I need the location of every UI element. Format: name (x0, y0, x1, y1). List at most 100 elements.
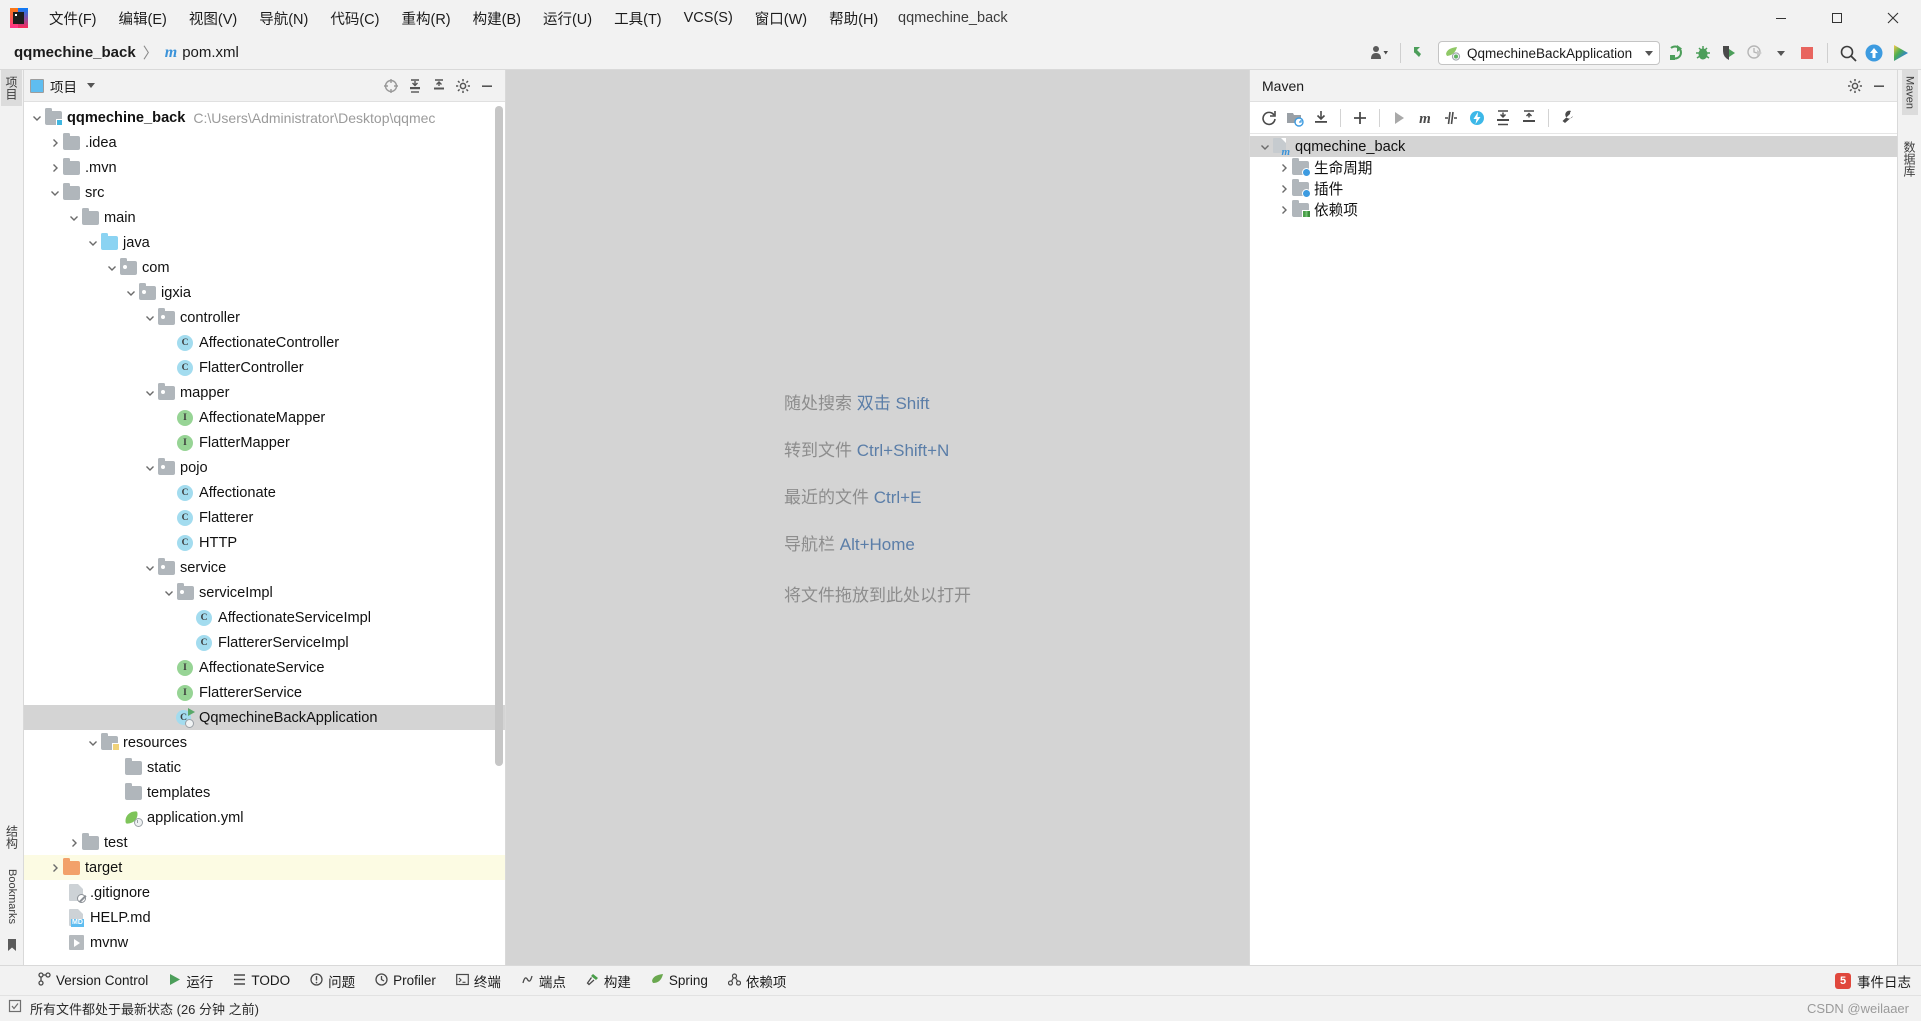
user-account-icon[interactable] (1367, 40, 1393, 66)
check-updates-arrow-icon[interactable] (1408, 40, 1434, 66)
tree-node-application-yml[interactable]: application.yml (24, 805, 505, 830)
rail-tab-maven[interactable]: Maven (1901, 70, 1918, 116)
chevron-down-icon[interactable] (143, 305, 157, 330)
tree-node-FlatterMapper[interactable]: I FlatterMapper (24, 430, 505, 455)
expand-all-icon[interactable] (1490, 105, 1516, 131)
plus-icon[interactable] (1347, 105, 1373, 131)
hide-panel-icon[interactable] (475, 74, 499, 98)
update-project-button[interactable] (1861, 40, 1887, 66)
breadcrumb-project[interactable]: qqmechine_back (14, 44, 136, 61)
tree-node-QqmechineBackApplication[interactable]: C QqmechineBackApplication (24, 705, 505, 730)
maven-m-icon[interactable]: m (1412, 105, 1438, 131)
editor-area[interactable]: 随处搜索 双击 Shift 转到文件 Ctrl+Shift+N 最近的文件 Ct… (506, 70, 1249, 965)
maven-node-lifecycle[interactable]: 生命周期 (1250, 157, 1897, 178)
tree-node-pojo[interactable]: pojo (24, 455, 505, 480)
collapse-all-icon[interactable] (1516, 105, 1542, 131)
play-icon[interactable] (1386, 105, 1412, 131)
tree-node-HTTP[interactable]: C HTTP (24, 530, 505, 555)
chevron-right-icon[interactable] (48, 130, 62, 155)
tree-node-Affectionate[interactable]: C Affectionate (24, 480, 505, 505)
menu-file[interactable]: 文件(F) (38, 4, 108, 33)
wrench-icon[interactable] (1555, 105, 1581, 131)
chevron-right-icon[interactable] (1277, 197, 1291, 222)
maven-node-plugins[interactable]: 插件 (1250, 178, 1897, 199)
maven-tree[interactable]: m qqmechine_back 生命周期 插件 依赖项 (1250, 134, 1897, 965)
chevron-down-icon[interactable] (1258, 134, 1272, 159)
debug-button[interactable] (1690, 40, 1716, 66)
menu-vcs[interactable]: VCS(S) (673, 6, 744, 30)
tree-node-java[interactable]: java (24, 230, 505, 255)
refresh-icon[interactable] (1256, 105, 1282, 131)
tree-node-AffectionateMapper[interactable]: I AffectionateMapper (24, 405, 505, 430)
tree-node-idea[interactable]: .idea (24, 130, 505, 155)
chevron-down-icon[interactable] (86, 730, 100, 755)
chevron-down-icon[interactable] (87, 83, 95, 88)
rail-tab-structure[interactable]: 结构 (2, 819, 23, 855)
menu-edit[interactable]: 编辑(E) (108, 4, 178, 33)
tree-node-mapper[interactable]: mapper (24, 380, 505, 405)
chevron-down-icon[interactable] (143, 555, 157, 580)
skip-tests-icon[interactable] (1438, 105, 1464, 131)
expand-all-icon[interactable] (403, 74, 427, 98)
tree-node-static[interactable]: static (24, 755, 505, 780)
tree-node-mvnw[interactable]: mvnw (24, 930, 505, 955)
minimize-button[interactable] (1753, 0, 1809, 36)
tool-button-version-control[interactable]: Version Control (28, 966, 158, 996)
search-everywhere-button[interactable] (1835, 40, 1861, 66)
tool-button-build[interactable]: 构建 (576, 966, 641, 996)
menu-code[interactable]: 代码(C) (319, 4, 390, 33)
select-opened-file-icon[interactable] (379, 74, 403, 98)
tree-node-serviceImpl[interactable]: serviceImpl (24, 580, 505, 605)
chevron-down-icon[interactable] (67, 205, 81, 230)
chevron-down-icon[interactable] (162, 580, 176, 605)
tree-node-qqmechine_back[interactable]: qqmechine_back C:\Users\Administrator\De… (24, 105, 505, 130)
tree-node-FlattererService[interactable]: I FlattererService (24, 680, 505, 705)
tree-node-com[interactable]: com (24, 255, 505, 280)
tree-node-HELP-md[interactable]: MD HELP.md (24, 905, 505, 930)
tree-node-mvn[interactable]: .mvn (24, 155, 505, 180)
chevron-right-icon[interactable] (67, 830, 81, 855)
add-folder-icon[interactable] (1282, 105, 1308, 131)
menu-help[interactable]: 帮助(H) (818, 4, 889, 33)
profiler-dropdown[interactable] (1768, 40, 1794, 66)
menu-run[interactable]: 运行(U) (532, 4, 603, 33)
menu-build[interactable]: 构建(B) (462, 4, 532, 33)
rail-tab-project[interactable]: 项目 (1, 70, 22, 106)
tree-node-templates[interactable]: templates (24, 780, 505, 805)
tool-button-spring[interactable]: Spring (641, 966, 718, 996)
tool-button-endpoints[interactable]: 端点 (511, 966, 576, 996)
chevron-right-icon[interactable] (48, 855, 62, 880)
project-tree[interactable]: qqmechine_back C:\Users\Administrator\De… (24, 102, 505, 965)
maven-node-dependencies[interactable]: 依赖项 (1250, 199, 1897, 220)
tree-node-FlatterController[interactable]: C FlatterController (24, 355, 505, 380)
chevron-down-icon[interactable] (48, 180, 62, 205)
tree-node-FlattererServiceImpl[interactable]: C FlattererServiceImpl (24, 630, 505, 655)
project-tree-scrollbar[interactable] (495, 106, 503, 766)
close-button[interactable] (1865, 0, 1921, 36)
tree-node-AffectionateService[interactable]: I AffectionateService (24, 655, 505, 680)
chevron-down-icon[interactable] (124, 280, 138, 305)
chevron-down-icon[interactable] (143, 455, 157, 480)
download-icon[interactable] (1308, 105, 1334, 131)
tree-node-src[interactable]: src (24, 180, 505, 205)
tree-node-AffectionateController[interactable]: C AffectionateController (24, 330, 505, 355)
rail-tab-database[interactable]: 数据库 (1899, 135, 1920, 183)
gear-icon[interactable] (1843, 74, 1867, 98)
run-button[interactable] (1664, 40, 1690, 66)
menu-navigate[interactable]: 导航(N) (248, 4, 319, 33)
tool-button-terminal[interactable]: 终端 (446, 966, 511, 996)
tool-button-problems[interactable]: 问题 (300, 966, 365, 996)
profiler-button[interactable] (1742, 40, 1768, 66)
menu-window[interactable]: 窗口(W) (744, 4, 818, 33)
tree-node-test[interactable]: test (24, 830, 505, 855)
tree-node-resources[interactable]: resources (24, 730, 505, 755)
ide-assistant-button[interactable] (1887, 40, 1913, 66)
tree-node-service[interactable]: service (24, 555, 505, 580)
tree-node-target[interactable]: target (24, 855, 505, 880)
tree-node-controller[interactable]: controller (24, 305, 505, 330)
tool-button-dependencies[interactable]: 依赖项 (718, 966, 797, 996)
offline-bolt-icon[interactable] (1464, 105, 1490, 131)
chevron-right-icon[interactable] (48, 155, 62, 180)
chevron-down-icon[interactable] (105, 255, 119, 280)
tool-button-todo[interactable]: TODO (223, 966, 300, 996)
